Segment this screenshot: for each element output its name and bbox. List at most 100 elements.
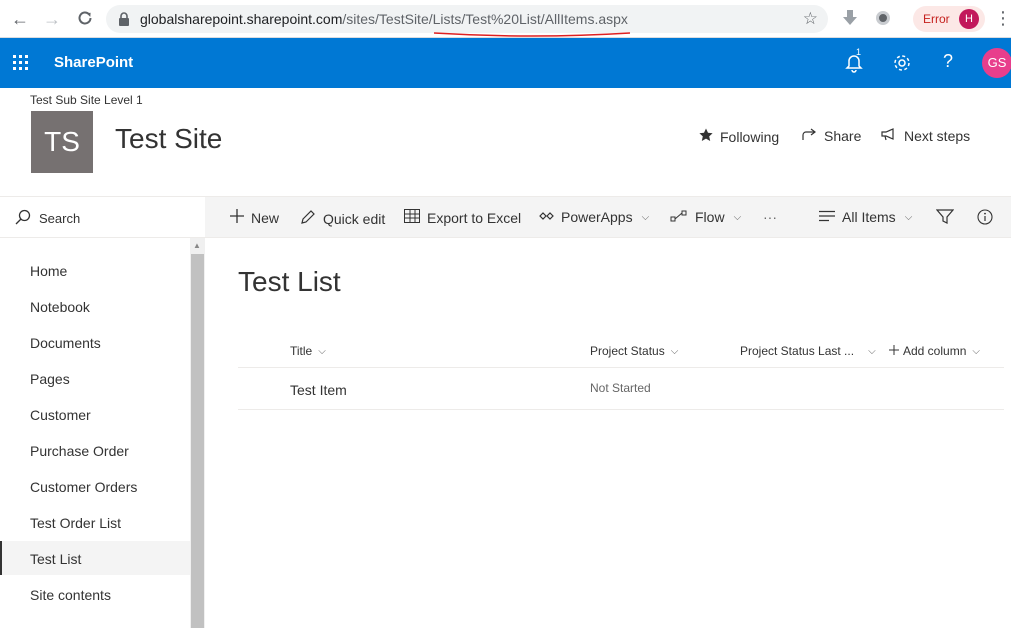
column-label: Project Status Last ... (740, 344, 855, 358)
info-icon (977, 209, 993, 228)
nav-label: Notebook (30, 299, 90, 315)
app-brand[interactable]: SharePoint (54, 54, 133, 71)
cell-title[interactable]: Test Item (290, 382, 347, 398)
error-label: Error (923, 12, 950, 26)
user-avatar[interactable]: GS (982, 48, 1011, 78)
chevron-down-icon: ⌵ (868, 345, 876, 357)
column-label: Add column (903, 344, 967, 358)
scrollbar-thumb[interactable] (191, 254, 204, 628)
quick-edit-label: Quick edit (323, 210, 386, 227)
nav-item-test-order-list[interactable]: Test Order List (0, 505, 190, 539)
nav-label: Customer (30, 407, 91, 423)
nav-item-home[interactable]: Home (0, 253, 190, 287)
chevron-down-icon: ⌵ (670, 345, 679, 357)
nav-label: Customer Orders (30, 479, 138, 495)
chevron-down-icon: ⌵ (641, 211, 650, 223)
address-bar[interactable]: globalsharepoint.sharepoint.com/sites/Te… (106, 5, 828, 37)
megaphone-icon (881, 128, 897, 144)
site-logo[interactable]: TS (31, 111, 93, 173)
scroll-up-arrow-icon[interactable]: ▲ (193, 241, 201, 250)
list-title: Test List (238, 266, 341, 297)
pencil-icon (300, 209, 316, 228)
header-divider (238, 367, 1004, 368)
forward-icon[interactable]: → (42, 9, 62, 29)
export-excel-button[interactable]: Export to Excel (404, 209, 521, 226)
export-label: Export to Excel (427, 209, 522, 226)
lock-icon (118, 12, 130, 31)
left-navigation: Home Notebook Documents Pages Customer P… (0, 238, 190, 628)
nav-label: Home (30, 263, 68, 279)
view-selector[interactable]: All Items ⌵ (819, 209, 912, 225)
star-filled-icon (699, 128, 713, 145)
app-launcher-icon[interactable] (13, 55, 29, 76)
more-commands-button[interactable]: ··· (763, 209, 777, 225)
quick-edit-button[interactable]: Quick edit (300, 209, 385, 228)
filter-button[interactable] (935, 209, 955, 228)
command-bar: New Quick edit Export to Excel PowerApps… (205, 196, 1011, 238)
following-button[interactable]: Following (699, 128, 779, 145)
chevron-down-icon: ⌵ (972, 345, 980, 357)
column-label: Project Status (590, 344, 665, 358)
chevron-down-icon: ⌵ (318, 345, 326, 357)
nav-label: Documents (30, 335, 101, 351)
site-title[interactable]: Test Site (115, 123, 222, 155)
nav-label: Site contents (30, 587, 111, 603)
following-label: Following (720, 128, 780, 145)
flow-label: Flow (695, 209, 725, 225)
profile-avatar: H (959, 9, 979, 29)
nav-item-customer[interactable]: Customer (0, 397, 190, 431)
nav-scrollbar[interactable]: ▲ (190, 238, 205, 628)
subsite-breadcrumb[interactable]: Test Sub Site Level 1 (30, 93, 143, 107)
more-ellipsis-icon: ··· (763, 209, 777, 225)
extension-circle-icon[interactable] (876, 11, 890, 25)
browser-menu-icon[interactable]: ⋮ (994, 8, 1011, 28)
bookmark-star-icon[interactable]: ☆ (803, 9, 818, 29)
list-lines-icon (819, 209, 835, 225)
new-button[interactable]: New (230, 209, 279, 226)
nav-item-notebook[interactable]: Notebook (0, 289, 190, 323)
next-steps-label: Next steps (904, 128, 971, 144)
nav-item-site-contents[interactable]: Site contents (0, 577, 190, 611)
next-steps-button[interactable]: Next steps (881, 128, 970, 144)
suite-bar: SharePoint 1 ? GS (0, 38, 1011, 88)
add-column-button[interactable]: Add column ⌵ (889, 344, 980, 358)
back-icon[interactable]: ← (10, 9, 30, 29)
nav-item-documents[interactable]: Documents (0, 325, 190, 359)
flow-icon (670, 209, 688, 225)
column-label: Title (290, 344, 313, 358)
cell-project-status: Not Started (590, 381, 651, 395)
share-button[interactable]: Share (802, 128, 861, 144)
column-header-project-status-last[interactable]: Project Status Last ... ⌵ (740, 344, 876, 358)
nav-item-pages[interactable]: Pages (0, 361, 190, 395)
settings-gear-icon[interactable] (892, 53, 912, 78)
share-label: Share (824, 128, 862, 144)
column-header-project-status[interactable]: Project Status ⌵ (590, 344, 678, 358)
plus-icon (889, 344, 899, 358)
nav-label: Test List (30, 551, 82, 567)
plus-icon (230, 209, 244, 226)
reload-icon[interactable] (75, 9, 95, 29)
column-header-title[interactable]: Title ⌵ (290, 344, 326, 358)
powerapps-icon (539, 209, 554, 225)
share-icon (802, 128, 817, 144)
flow-button[interactable]: Flow ⌵ (670, 209, 741, 225)
chevron-down-icon: ⌵ (904, 211, 913, 223)
nav-item-purchase-order[interactable]: Purchase Order (0, 433, 190, 467)
browser-toolbar: ← → globalsharepoint.sharepoint.com/site… (0, 0, 1011, 38)
nav-item-test-list[interactable]: Test List (0, 541, 190, 575)
url-text: globalsharepoint.sharepoint.com/sites/Te… (140, 11, 628, 27)
help-icon[interactable]: ? (943, 51, 953, 72)
new-label: New (251, 209, 280, 226)
site-search-box[interactable]: Search (0, 196, 205, 238)
nav-label: Pages (30, 371, 70, 387)
chevron-down-icon: ⌵ (733, 211, 742, 223)
powerapps-button[interactable]: PowerApps ⌵ (539, 209, 649, 225)
row-divider (238, 409, 1004, 410)
nav-label: Test Order List (30, 515, 122, 531)
powerapps-label: PowerApps (561, 209, 633, 225)
download-extension-icon[interactable] (842, 9, 858, 32)
nav-item-customer-orders[interactable]: Customer Orders (0, 469, 190, 503)
nav-label: Purchase Order (30, 443, 129, 459)
info-button[interactable] (977, 209, 993, 228)
profile-error-button[interactable]: Error H (913, 6, 985, 32)
